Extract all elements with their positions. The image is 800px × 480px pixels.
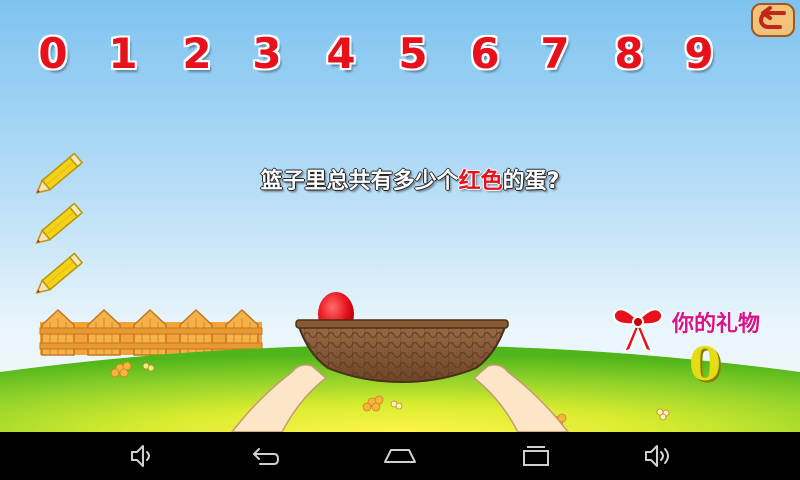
- game-screen: 0 1 2 3 4 5 6 7 8 9 篮子里总共有多少个红色的蛋? 你的礼物 …: [0, 0, 800, 432]
- number-button-0[interactable]: 0: [28, 28, 78, 80]
- number-buttons: 0 1 2 3 4 5 6 7 8 9: [20, 28, 740, 80]
- volume-up-icon[interactable]: [640, 440, 676, 472]
- number-button-5[interactable]: 5: [388, 28, 438, 80]
- volume-down-icon[interactable]: [124, 440, 160, 472]
- gift-label: 你的礼物: [672, 312, 761, 337]
- number-button-7[interactable]: 7: [530, 28, 580, 80]
- number-button-8[interactable]: 8: [604, 28, 654, 80]
- number-button-6[interactable]: 6: [460, 28, 510, 80]
- number-button-3[interactable]: 3: [242, 28, 292, 80]
- question-part-2: 的蛋?: [502, 169, 560, 194]
- question-part-1: 篮子里总共有多少个: [260, 169, 459, 194]
- recent-apps-icon[interactable]: [518, 440, 554, 472]
- pencil-icon: [35, 202, 84, 244]
- question-text: 篮子里总共有多少个红色的蛋?: [200, 166, 620, 198]
- fence: [39, 308, 263, 356]
- number-button-4[interactable]: 4: [316, 28, 366, 80]
- question-highlight: 红色: [458, 169, 503, 194]
- number-button-1[interactable]: 1: [98, 28, 148, 80]
- pencil-icon: [35, 152, 84, 194]
- ribbon-bow-icon: [612, 308, 664, 354]
- basket: [295, 292, 509, 384]
- back-icon[interactable]: [246, 440, 282, 472]
- navigation-bar: [0, 432, 800, 480]
- pencil-icon: [35, 252, 84, 294]
- tries-remaining: [34, 146, 94, 302]
- number-button-2[interactable]: 2: [172, 28, 222, 80]
- number-button-9[interactable]: 9: [674, 28, 724, 80]
- home-icon[interactable]: [382, 440, 418, 472]
- back-button[interactable]: [750, 2, 796, 38]
- gift-count: 0: [688, 337, 721, 391]
